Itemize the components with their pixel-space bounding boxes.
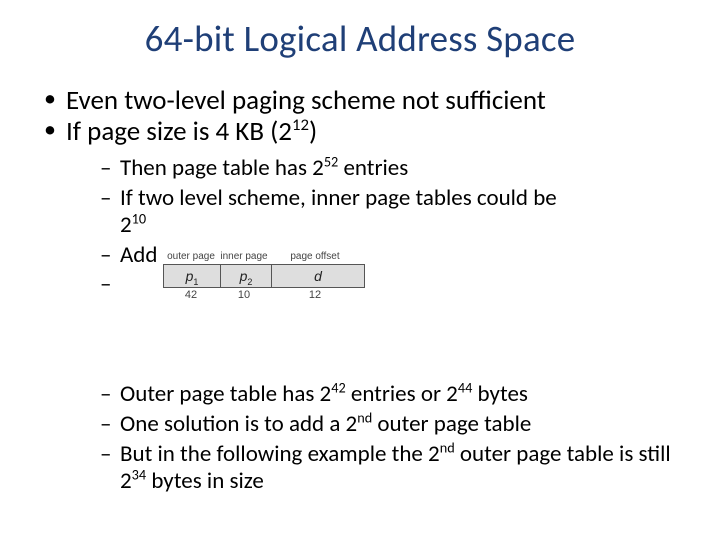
sub-5-post: bytes in size	[146, 467, 264, 495]
sub-2-text: If two level scheme, inner page tables c…	[120, 184, 557, 212]
sub-4-post: outer page table	[372, 410, 531, 438]
sub-5-sup2: 34	[132, 466, 146, 484]
bullet-1-text: Even two-level paging scheme not suffici…	[66, 84, 546, 117]
figure-width-12: 12	[269, 289, 361, 301]
sub-1-post: entries	[338, 154, 408, 182]
slide: 64-bit Logical Address Space Even two-le…	[0, 0, 720, 540]
figure-header-offset: page offset	[269, 251, 361, 262]
figure-cell-p1: p1	[164, 265, 221, 287]
bullet-2-post: )	[309, 115, 317, 148]
sub-4: One solution is to add a 2nd outer page …	[100, 411, 680, 439]
address-figure: outer page inner page page offset p1 p2 …	[163, 251, 365, 301]
sub-3-mid: entries or 2	[346, 380, 458, 408]
sub-3-sup1: 42	[331, 379, 345, 397]
bullet-2-sup: 12	[292, 115, 309, 135]
bullet-2-pre: If page size is 4 KB (2	[66, 115, 292, 148]
sub-2c-text: Add	[120, 241, 157, 269]
sub-5-sup: nd	[440, 438, 455, 456]
sub-1-sup: 52	[324, 152, 338, 170]
sub-3-post: bytes	[472, 380, 528, 408]
figure-header-outer: outer page	[163, 251, 219, 262]
figure-cell-p2: p2	[221, 265, 272, 287]
sub-3-sup2: 44	[458, 379, 472, 397]
sub-2: If two level scheme, inner page tables c…	[100, 185, 680, 240]
slide-title: 64-bit Logical Address Space	[40, 16, 680, 61]
figure-widths-row: 42 10 12	[163, 289, 365, 301]
figure-header-row: outer page inner page page offset	[163, 251, 365, 262]
sub-4-pre: One solution is to add a 2	[120, 410, 357, 438]
sub-5-pre: But in the following example the 2	[120, 440, 440, 468]
figure-header-inner: inner page	[219, 251, 269, 262]
sub-2b-sup: 10	[132, 210, 146, 228]
figure-width-10: 10	[219, 289, 269, 301]
sub-4-sup: nd	[357, 408, 372, 426]
sub-3-pre: Outer page table has 2	[120, 380, 331, 408]
sub-1-pre: Then page table has 2	[120, 154, 324, 182]
sub-5: But in the following example the 2nd out…	[100, 441, 680, 496]
figure-cells-row: p1 p2 d	[163, 264, 365, 288]
bullet-1: Even two-level paging scheme not suffici…	[40, 85, 680, 116]
figure-cell-d: d	[272, 265, 364, 287]
sub-3: Outer page table has 242 entries or 244 …	[100, 381, 680, 409]
figure-width-42: 42	[163, 289, 219, 301]
bullet-2: If page size is 4 KB (212) Then page tab…	[40, 116, 680, 496]
sub-list: Then page table has 252 entries If two l…	[100, 155, 680, 496]
sub-2b-pre: 2	[120, 211, 132, 239]
sub-1: Then page table has 252 entries	[100, 155, 680, 183]
